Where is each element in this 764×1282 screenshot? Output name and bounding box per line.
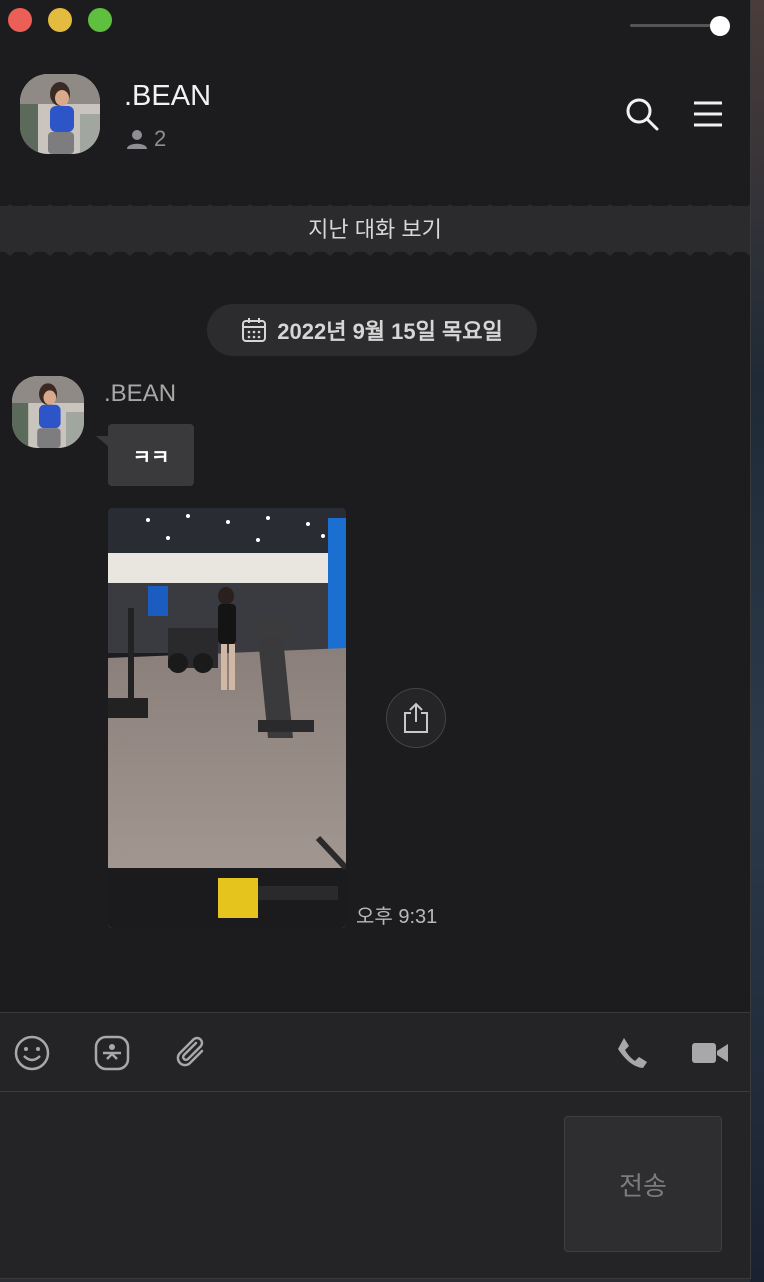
opacity-slider-knob[interactable] — [710, 16, 730, 36]
member-count[interactable]: 2 — [126, 126, 166, 152]
message-bubble[interactable]: ㅋㅋ — [108, 424, 194, 486]
share-button[interactable] — [386, 688, 446, 748]
band-edge-bottom — [0, 248, 750, 256]
gym-photo — [108, 508, 346, 928]
composer: 전송 — [0, 1092, 750, 1278]
send-button[interactable]: 전송 — [564, 1116, 722, 1252]
video-icon[interactable] — [690, 1033, 730, 1073]
profile-photo — [20, 74, 100, 154]
person-icon — [127, 130, 147, 149]
emoticon-icon[interactable] — [92, 1033, 132, 1073]
minimize-window-button[interactable] — [48, 8, 72, 32]
window-controls — [8, 8, 112, 32]
calendar-icon — [242, 318, 267, 342]
band-edge-top — [0, 204, 750, 212]
sender-avatar[interactable] — [12, 376, 84, 448]
sender-profile-photo — [12, 376, 84, 448]
attach-icon[interactable] — [172, 1033, 212, 1073]
message-input[interactable] — [14, 1106, 548, 1260]
chat-window: .BEAN 2 지난 대화 보기 2022년 9월 15일 목요일 .BEAN … — [0, 0, 751, 1279]
photo-attachment[interactable] — [108, 508, 346, 928]
room-avatar[interactable] — [20, 74, 100, 154]
share-icon — [404, 702, 428, 733]
phone-icon[interactable] — [612, 1033, 652, 1073]
member-count-value: 2 — [154, 126, 167, 151]
menu-icon[interactable] — [690, 96, 726, 132]
composer-toolbar — [0, 1012, 750, 1092]
opacity-slider-track[interactable] — [630, 24, 720, 27]
date-divider-label: 2022년 9월 15일 목요일 — [277, 319, 503, 344]
maximize-window-button[interactable] — [88, 8, 112, 32]
view-previous-chats-label[interactable]: 지난 대화 보기 — [0, 212, 750, 244]
room-title: .BEAN — [124, 80, 212, 112]
sender-name: .BEAN — [104, 380, 177, 407]
emoji-icon[interactable] — [12, 1033, 52, 1073]
close-window-button[interactable] — [8, 8, 32, 32]
search-icon[interactable] — [624, 96, 660, 132]
date-divider: 2022년 9월 15일 목요일 — [207, 304, 537, 356]
message-text: ㅋㅋ — [132, 446, 170, 469]
message-time: 오후 9:31 — [356, 906, 438, 928]
desktop-background — [750, 0, 764, 1282]
